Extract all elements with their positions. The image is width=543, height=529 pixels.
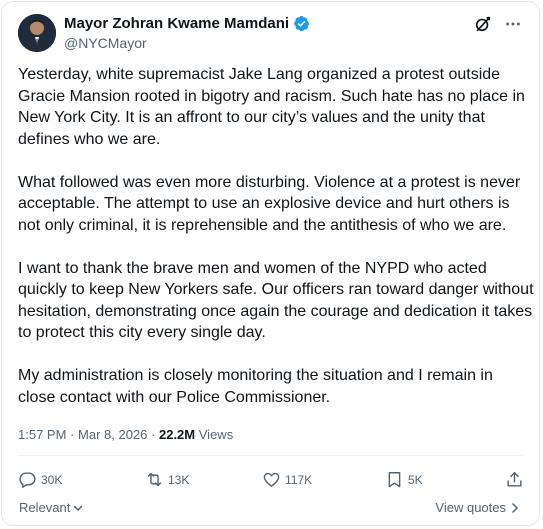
- action-bar: 30K 13K 117K 5K: [18, 470, 526, 492]
- view-quotes-label: View quotes: [435, 500, 506, 515]
- sort-label: Relevant: [19, 500, 71, 515]
- meta-separator: ·: [70, 427, 75, 442]
- author-handle[interactable]: @NYCMayor: [64, 35, 147, 51]
- avatar[interactable]: [18, 14, 56, 52]
- tweet-body: Yesterday, white supremacist Jake Lang o…: [18, 64, 534, 430]
- tweet-paragraph: I want to thank the brave men and women …: [18, 259, 534, 342]
- bookmark-icon: [388, 472, 401, 488]
- like-count: 117K: [285, 472, 313, 487]
- bookmark-button[interactable]: 5K: [385, 470, 423, 489]
- share-icon: [507, 472, 522, 487]
- repost-count: 13K: [168, 472, 190, 487]
- like-button[interactable]: 117K: [262, 470, 312, 489]
- chevron-right-icon: [512, 502, 519, 513]
- author-name-row: Mayor Zohran Kwame Mamdani: [64, 15, 310, 32]
- tweet-time[interactable]: 1:57 PM: [18, 427, 66, 442]
- reply-sort-dropdown[interactable]: Relevant: [19, 500, 84, 515]
- tweet-date[interactable]: Mar 8, 2026: [78, 427, 147, 442]
- more-options-icon[interactable]: [503, 14, 523, 34]
- verified-badge-icon: [293, 15, 310, 32]
- views-label: Views: [198, 427, 234, 442]
- author-display-name[interactable]: Mayor Zohran Kwame Mamdani: [64, 15, 289, 32]
- reply-icon: [19, 472, 36, 489]
- tweet-top-icons: [473, 14, 523, 34]
- tweet-meta: 1:57 PM · Mar 8, 2026 · 22.2M Views: [18, 427, 233, 442]
- tweet-paragraph: What followed was even more disturbing. …: [18, 173, 521, 234]
- tweet-paragraph: My administration is closely monitoring …: [18, 367, 493, 406]
- divider: [18, 455, 523, 456]
- repost-button[interactable]: 13K: [145, 470, 189, 489]
- reply-count: 30K: [41, 472, 63, 487]
- bookmark-count: 5K: [408, 472, 423, 487]
- share-button[interactable]: [505, 470, 524, 489]
- reply-button[interactable]: 30K: [18, 470, 62, 489]
- grok-icon[interactable]: [473, 14, 493, 34]
- meta-separator: ·: [151, 427, 156, 442]
- chevron-down-icon: [74, 505, 83, 511]
- heart-icon: [263, 472, 280, 487]
- tweet-card: Mayor Zohran Kwame Mamdani @NYCMayor Yes…: [1, 1, 540, 526]
- tweet-paragraph: Yesterday, white supremacist Jake Lang o…: [18, 66, 525, 148]
- views-count: 22.2M: [158, 427, 196, 442]
- repost-icon: [147, 472, 162, 487]
- view-quotes-link[interactable]: View quotes: [435, 500, 520, 515]
- avatar-image: [18, 14, 56, 52]
